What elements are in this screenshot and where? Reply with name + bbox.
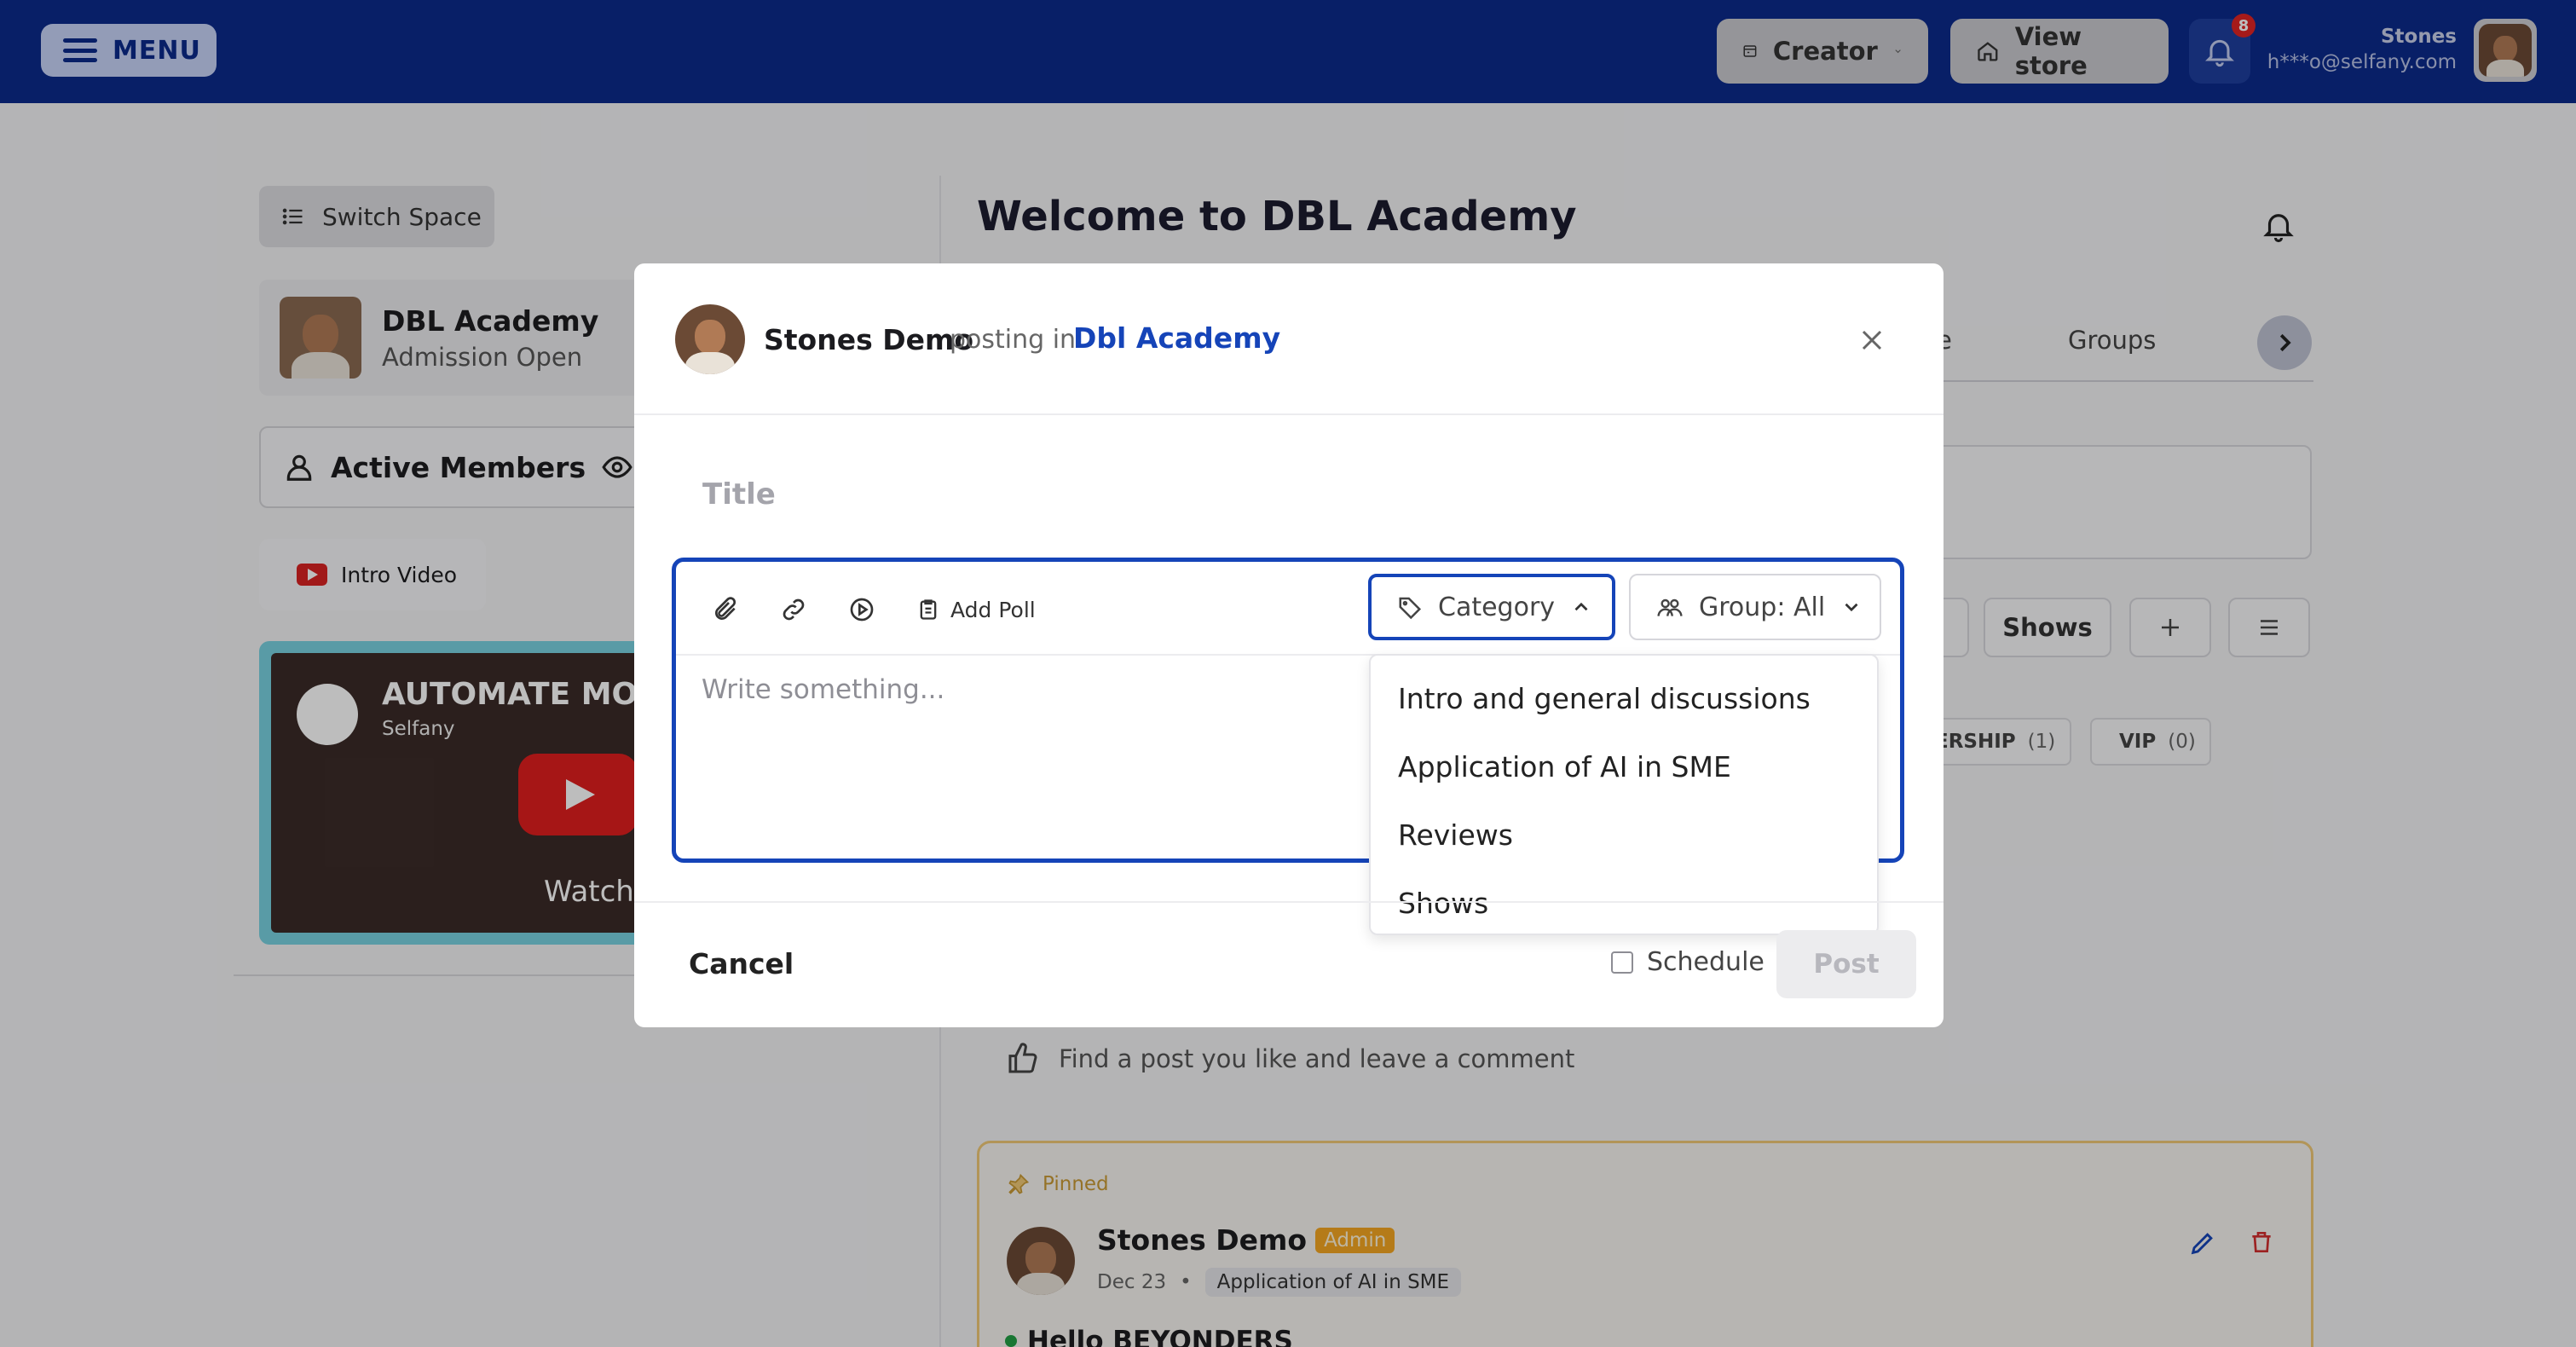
category-option[interactable]: Intro and general discussions — [1371, 664, 1877, 732]
group-label: Group: All — [1699, 592, 1826, 622]
target-space-link[interactable]: Dbl Academy — [1073, 321, 1280, 355]
footer-divider — [634, 901, 1944, 903]
link-icon — [783, 598, 805, 621]
category-option[interactable]: Reviews — [1371, 801, 1877, 869]
schedule-checkbox[interactable] — [1611, 951, 1633, 974]
tag-icon — [1399, 597, 1422, 620]
insert-video-button[interactable] — [846, 594, 877, 625]
close-icon — [1862, 330, 1882, 350]
category-option[interactable]: Shows — [1371, 869, 1877, 937]
attach-button[interactable] — [710, 594, 741, 625]
create-post-modal: Stones Demo posting in Dbl Academy Add P… — [634, 263, 1944, 1027]
post-button[interactable]: Post — [1776, 930, 1916, 998]
modal-header: Stones Demo posting in Dbl Academy — [634, 263, 1944, 415]
chevron-down-icon — [1845, 603, 1858, 612]
author-name: Stones Demo — [764, 323, 974, 356]
group-select[interactable]: Group: All — [1629, 574, 1881, 640]
posting-in-text: posting in — [950, 325, 1077, 355]
schedule-option[interactable]: Schedule — [1611, 947, 1765, 977]
category-option[interactable]: Application of AI in SME — [1371, 732, 1877, 801]
editor-toolbar: Add Poll Category Group: All — [676, 562, 1900, 656]
post-body-input[interactable] — [702, 674, 1366, 811]
category-label: Category — [1438, 592, 1556, 622]
insert-link-button[interactable] — [778, 594, 809, 625]
paperclip-icon — [715, 597, 736, 620]
play-circle-icon — [850, 598, 874, 621]
category-dropdown: Intro and general discussions Applicatio… — [1369, 654, 1879, 935]
chevron-up-icon — [1574, 602, 1588, 611]
cancel-button[interactable]: Cancel — [689, 947, 794, 980]
add-poll-label: Add Poll — [950, 597, 1036, 622]
close-modal-button[interactable] — [1855, 323, 1889, 357]
group-icon — [1657, 598, 1683, 616]
schedule-label: Schedule — [1647, 947, 1765, 977]
post-title-input[interactable] — [702, 465, 1879, 524]
add-poll-button[interactable]: Add Poll — [916, 594, 1044, 625]
author-avatar — [675, 304, 745, 374]
clipboard-icon — [920, 599, 937, 620]
category-select[interactable]: Category — [1368, 574, 1615, 640]
